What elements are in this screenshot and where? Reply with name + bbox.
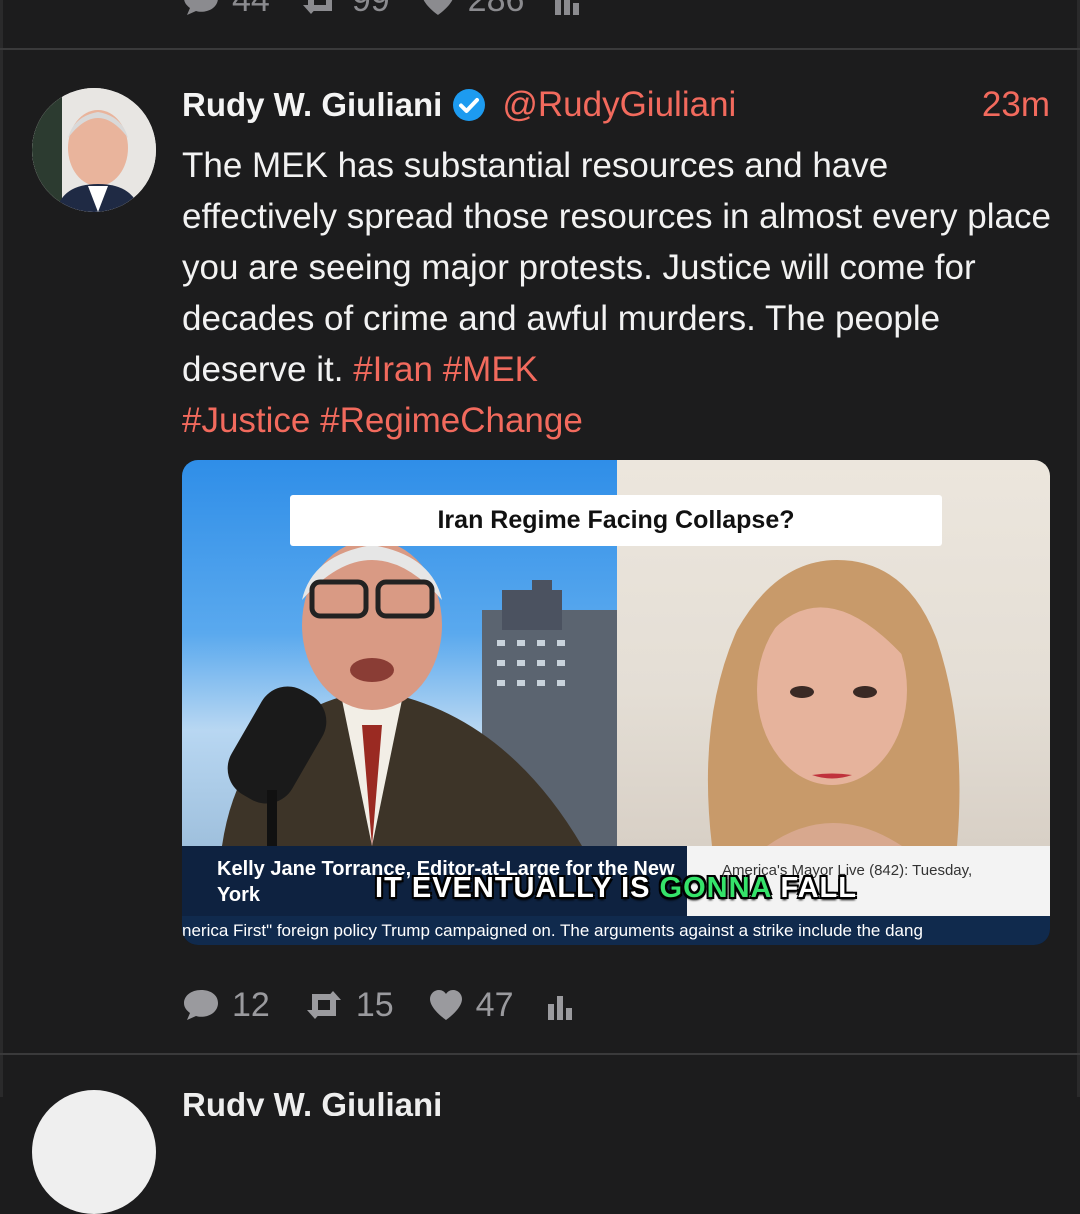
stats-button[interactable] [547, 990, 573, 1020]
tweet-header: Rudy W. Giuliani @RudyGiuliani 23m [182, 82, 1050, 128]
caption-prefix: IT EVENTUALLY IS [375, 872, 660, 904]
next-tweet-header: Rudy W. Giuliani [182, 1086, 1050, 1116]
video-title-banner: Iran Regime Facing Collapse? [290, 495, 942, 546]
like-count: 47 [475, 985, 514, 1024]
next-author-name[interactable]: Rudy W. Giuliani [182, 1086, 442, 1116]
tweet-actions: 12 15 47 [182, 983, 607, 1027]
bar-chart-icon [555, 0, 580, 15]
hashtag-justice[interactable]: #Justice [182, 401, 310, 440]
next-author-avatar[interactable] [32, 1090, 156, 1214]
caption-highlight: GONNA [659, 872, 772, 904]
tweet-media-video[interactable]: Iran Regime Facing Collapse? Kelly Jane … [182, 460, 1050, 945]
retweet-icon [302, 0, 332, 14]
caption-suffix: FALL [771, 872, 857, 904]
like-count: 286 [468, 0, 525, 20]
hashtag-iran[interactable]: #Iran [353, 350, 433, 389]
author-avatar[interactable] [32, 88, 156, 212]
hashtag-regimechange[interactable]: #RegimeChange [320, 401, 583, 440]
tweet-timestamp[interactable]: 23m [982, 85, 1050, 125]
video-caption: IT EVENTUALLY IS GONNA FALL [182, 872, 1050, 905]
avatar-photo [32, 88, 156, 212]
reply-count: 12 [232, 985, 270, 1024]
retweet-button[interactable]: 15 [304, 986, 394, 1025]
retweet-icon [306, 991, 341, 1019]
bar-chart-icon [548, 996, 573, 1020]
previous-tweet-actions: 44 99 286 [182, 0, 580, 20]
heart-icon [429, 990, 462, 1020]
stats-button[interactable] [554, 0, 580, 15]
retweet-button[interactable]: 99 [300, 0, 390, 20]
comment-icon [184, 0, 218, 15]
tweet-body: The MEK has substantial resources and ha… [182, 146, 1051, 389]
heart-icon [423, 0, 452, 15]
like-button[interactable]: 47 [428, 985, 514, 1025]
reply-count: 44 [232, 0, 270, 20]
tweet-text: The MEK has substantial resources and ha… [182, 140, 1052, 446]
author-name[interactable]: Rudy W. Giuliani [182, 86, 442, 124]
left-border [0, 0, 3, 1097]
reply-button[interactable]: 12 [182, 986, 270, 1025]
reply-button[interactable]: 44 [182, 0, 270, 20]
verified-badge-icon [453, 89, 486, 121]
like-button[interactable]: 286 [420, 0, 525, 20]
author-handle[interactable]: @RudyGiuliani [502, 85, 736, 125]
hashtag-mek[interactable]: #MEK [443, 350, 538, 389]
tweet-divider [0, 1053, 1080, 1055]
news-ticker: nerica First" foreign policy Trump campa… [182, 916, 1050, 945]
comment-icon [184, 990, 218, 1020]
retweet-count: 15 [355, 985, 394, 1024]
retweet-count: 99 [352, 0, 390, 20]
tweet-divider [0, 48, 1080, 50]
